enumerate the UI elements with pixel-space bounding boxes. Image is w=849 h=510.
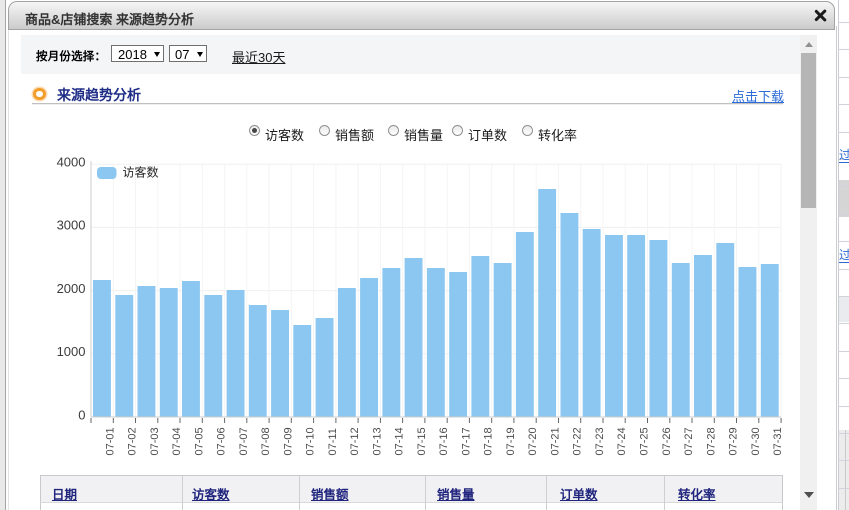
svg-text:4000: 4000 xyxy=(57,155,86,170)
svg-text:07-27: 07-27 xyxy=(683,427,695,455)
svg-text:07-26: 07-26 xyxy=(661,427,673,455)
svg-text:07-13: 07-13 xyxy=(371,427,383,455)
svg-text:07-30: 07-30 xyxy=(750,427,762,455)
svg-text:07-04: 07-04 xyxy=(171,427,183,455)
svg-text:07-25: 07-25 xyxy=(639,427,651,455)
svg-text:2000: 2000 xyxy=(57,281,86,296)
svg-text:07-06: 07-06 xyxy=(216,427,228,455)
svg-text:07-18: 07-18 xyxy=(483,427,495,455)
svg-text:07-17: 07-17 xyxy=(460,427,472,455)
svg-text:07-31: 07-31 xyxy=(772,427,784,455)
svg-text:07-01: 07-01 xyxy=(104,427,116,455)
svg-text:07-03: 07-03 xyxy=(149,427,161,455)
svg-text:访客数: 访客数 xyxy=(123,165,159,180)
svg-text:07-11: 07-11 xyxy=(327,428,339,455)
svg-text:07-02: 07-02 xyxy=(127,427,139,455)
svg-text:07-16: 07-16 xyxy=(438,427,450,455)
svg-text:07-12: 07-12 xyxy=(349,427,361,455)
svg-text:07-29: 07-29 xyxy=(728,427,740,455)
svg-text:07-08: 07-08 xyxy=(260,427,272,455)
svg-text:07-21: 07-21 xyxy=(550,427,562,455)
svg-text:07-15: 07-15 xyxy=(416,427,428,455)
svg-text:07-28: 07-28 xyxy=(705,427,717,455)
svg-text:07-19: 07-19 xyxy=(505,427,517,455)
svg-text:07-20: 07-20 xyxy=(527,427,539,455)
svg-text:07-14: 07-14 xyxy=(394,427,406,455)
svg-text:07-23: 07-23 xyxy=(594,427,606,455)
svg-text:3000: 3000 xyxy=(57,218,86,233)
svg-text:07-24: 07-24 xyxy=(616,427,628,455)
svg-text:07-10: 07-10 xyxy=(305,427,317,455)
svg-text:07-07: 07-07 xyxy=(238,427,250,455)
svg-text:0: 0 xyxy=(78,407,85,422)
svg-text:07-09: 07-09 xyxy=(282,427,294,455)
svg-text:07-22: 07-22 xyxy=(572,427,584,455)
svg-text:07-05: 07-05 xyxy=(193,427,205,455)
svg-text:1000: 1000 xyxy=(57,344,86,359)
